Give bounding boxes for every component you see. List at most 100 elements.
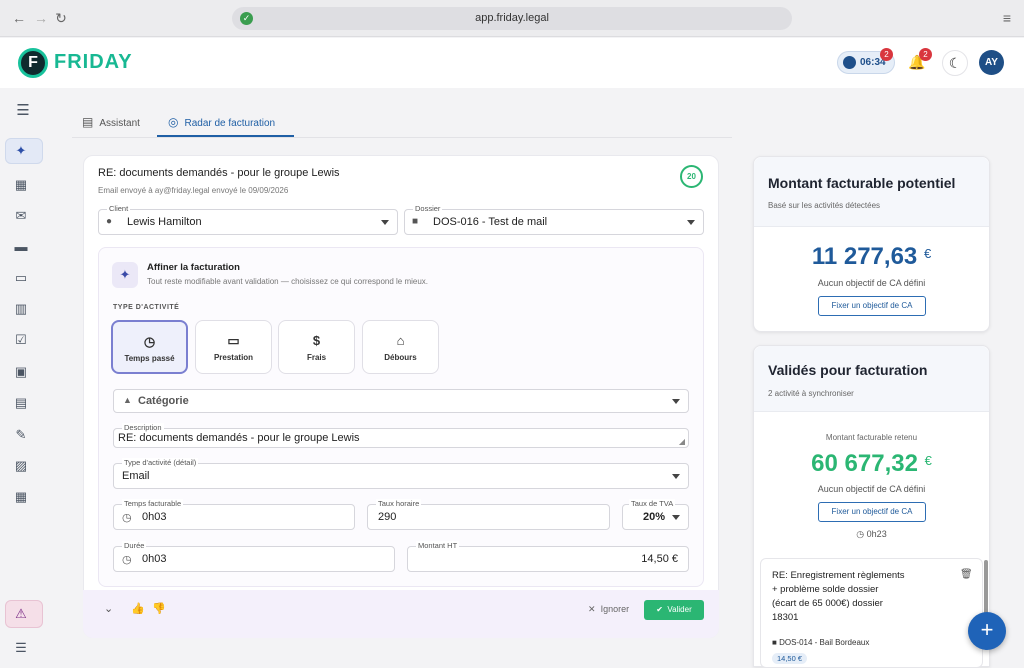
dossier-value: DOS-016 - Test de mail	[433, 216, 548, 228]
brand-name[interactable]: FRIDAY	[54, 51, 133, 74]
activity-item[interactable]: RE: Enregistrement règlements + problème…	[760, 558, 983, 668]
type-label: Prestation	[213, 353, 254, 362]
category-select[interactable]: ▲ Catégorie	[113, 389, 689, 413]
logo-icon[interactable]: F	[18, 48, 48, 78]
item-title-line: + problème solde dossier	[772, 584, 879, 595]
hourly-rate-input[interactable]: Taux horaire 290	[367, 499, 610, 530]
duration-label: Durée	[122, 541, 147, 550]
address-bar[interactable]: ✓ app.friday.legal	[232, 7, 792, 30]
validated-amount-row: 60 677,32 €	[754, 450, 989, 478]
tabs-divider	[72, 137, 732, 138]
billable-value: 0h03	[142, 511, 167, 523]
calendar-icon[interactable]: ▣	[14, 365, 28, 379]
sparkle-icon: ✦	[15, 143, 27, 158]
client-select[interactable]: Client ● Lewis Hamilton	[98, 204, 398, 235]
folder-icon[interactable]: ▬	[14, 240, 28, 254]
add-button[interactable]: +	[968, 612, 1006, 650]
warning-icon: ⚠	[15, 606, 27, 621]
avatar[interactable]: AY	[979, 50, 1004, 75]
trash-icon[interactable]: 🗑	[960, 569, 973, 580]
potential-title: Montant facturable potentiel	[768, 175, 956, 191]
validated-title: Validés pour facturation	[768, 362, 928, 378]
validated-time-row: ◷ 0h23	[754, 529, 989, 540]
chevron-down-icon	[672, 399, 680, 404]
type-prestation[interactable]: ▭ Prestation	[195, 320, 272, 374]
ignore-button[interactable]: ✕ Ignorer	[588, 604, 629, 615]
document-icon[interactable]: ▤	[14, 396, 28, 410]
dollar-icon: $	[312, 333, 321, 348]
item-dossier-row: ■ DOS-014 - Bail Bordeaux	[772, 638, 869, 647]
category-placeholder: Catégorie	[138, 395, 189, 407]
rate-label: Taux horaire	[376, 499, 422, 508]
type-label: Frais	[306, 353, 327, 362]
url-text: app.friday.legal	[475, 12, 549, 24]
card-icon[interactable]: ▭	[14, 271, 28, 285]
tab-radar[interactable]: ◎ Radar de facturation	[168, 108, 275, 136]
clipboard-check-icon[interactable]: ☑	[14, 333, 28, 347]
description-input[interactable]: Description RE: documents demandés - pou…	[113, 423, 689, 448]
type-label: Temps passé	[124, 354, 175, 363]
thumbs-down-icon[interactable]: 👎	[152, 602, 166, 615]
close-icon: ✕	[588, 604, 596, 614]
activity-type-label: TYPE D'ACTIVITÉ	[113, 304, 180, 311]
folder-icon: ■	[772, 638, 777, 647]
checklist-icon[interactable]: ▦	[14, 490, 28, 504]
list-icon[interactable]: ☰	[14, 641, 28, 655]
validate-label: Valider	[667, 605, 692, 614]
mail-icon[interactable]: ✉	[14, 209, 28, 223]
chevron-down-icon	[381, 220, 389, 225]
type-detail-select[interactable]: Type d'activité (détail) Email	[113, 458, 689, 489]
potential-header: Montant facturable potentiel Basé sur le…	[754, 157, 989, 227]
potential-currency: €	[923, 246, 932, 261]
item-title-line: RE: Enregistrement règlements	[772, 570, 905, 581]
email-subtitle: Email envoyé à ay@friday.legal envoyé le…	[98, 186, 289, 195]
type-frais[interactable]: $ Frais	[278, 320, 355, 374]
building-icon[interactable]: ▥	[14, 302, 28, 316]
potential-amount-row: 11 277,63 €	[754, 243, 989, 271]
set-target-button[interactable]: Fixer un objectif de CA	[818, 502, 926, 522]
menu-icon[interactable]: ≡	[998, 9, 1016, 27]
back-icon[interactable]: ←	[10, 9, 28, 27]
type-debours[interactable]: ⌂ Débours	[362, 320, 439, 374]
refine-subtitle: Tout reste modifiable avant validation —…	[147, 277, 429, 286]
duration-input[interactable]: Durée ◷ 0h03	[113, 541, 395, 572]
secure-icon: ✓	[240, 12, 253, 25]
billable-time-input[interactable]: Temps facturable ◷ 0h03	[113, 499, 355, 530]
chevron-down-icon	[672, 515, 680, 520]
resize-icon[interactable]: ◢	[679, 437, 685, 446]
chart-icon[interactable]: ▨	[14, 459, 28, 473]
billable-label: Temps facturable	[122, 499, 184, 508]
plus-icon: +	[980, 617, 994, 642]
dossier-select[interactable]: Dossier ■ DOS-016 - Test de mail	[404, 204, 704, 235]
vat-label: Taux de TVA	[629, 499, 676, 508]
ignore-label: Ignorer	[600, 604, 630, 614]
chevron-down-icon	[672, 474, 680, 479]
sidebar: ☰ ✦ ▦ ✉ ▬ ▭ ▥ ☑ ▣ ▤ ✎ ▨ ▦ ⚠ ☰	[0, 88, 50, 667]
amount-value: 14,50 €	[641, 553, 678, 565]
vat-select[interactable]: Taux de TVA 20%	[622, 499, 689, 530]
set-target-button[interactable]: Fixer un objectif de CA	[818, 296, 926, 316]
category-icon: ▲	[123, 395, 132, 405]
dashboard-icon[interactable]: ▦	[14, 178, 28, 192]
reload-icon[interactable]: ↻	[52, 9, 70, 27]
forward-icon[interactable]: →	[32, 9, 50, 27]
tab-assistant[interactable]: ▤ Assistant	[82, 108, 140, 136]
amount-ht-input[interactable]: Montant HT 14,50 €	[407, 541, 689, 572]
magic-wand-icon[interactable]: ✎	[14, 428, 28, 442]
type-temps-passe[interactable]: ◷ Temps passé	[111, 320, 188, 374]
chat-icon: ▤	[82, 115, 94, 129]
dark-mode-button[interactable]: ☾	[942, 50, 968, 76]
validated-currency: €	[924, 453, 932, 468]
chevron-down-icon[interactable]: ⌄	[104, 602, 113, 615]
app-header: F FRIDAY 06:34 2 🔔 2 ☾ AY	[0, 38, 1024, 88]
potential-amount: 11 277,63	[811, 243, 918, 270]
hamburger-icon[interactable]: ☰	[16, 103, 30, 118]
validated-header: Validés pour facturation 2 activité à sy…	[754, 346, 989, 412]
bank-icon: ⌂	[396, 333, 405, 348]
thumbs-up-icon[interactable]: 👍	[131, 602, 145, 615]
clock-icon: ◷	[122, 554, 132, 566]
validate-button[interactable]: ✔ Valider	[644, 600, 704, 620]
radar-icon: ◎	[168, 115, 179, 129]
client-label: Client	[107, 204, 131, 213]
refine-card	[98, 247, 704, 587]
